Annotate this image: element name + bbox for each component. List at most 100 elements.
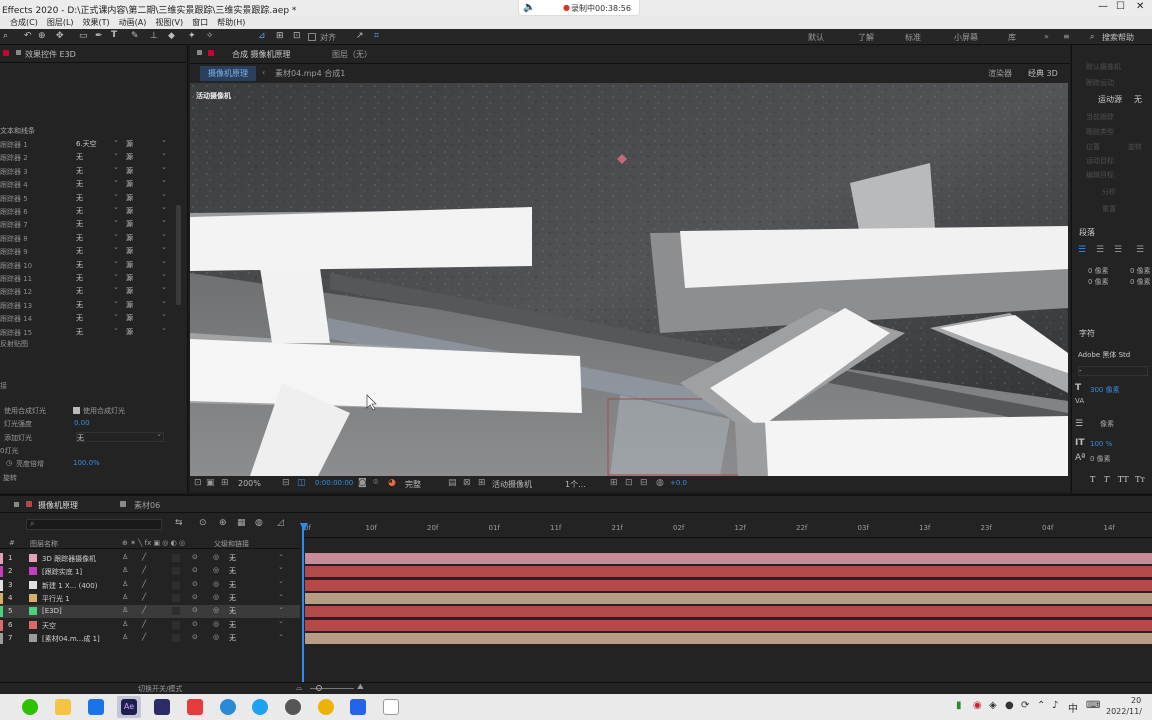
menu-layer[interactable]: 图层(L): [47, 17, 74, 28]
layer-duration-bar[interactable]: [305, 553, 1152, 564]
menu-composition[interactable]: 合成(C): [10, 17, 38, 28]
workspace-library[interactable]: 库: [1008, 32, 1016, 43]
layer-label-color[interactable]: [0, 632, 3, 644]
indent-right[interactable]: 0 像素: [1130, 266, 1151, 276]
timeline-tab-active[interactable]: 摄像机原理: [38, 500, 78, 511]
fast-previews-icon[interactable]: ⊞: [610, 478, 618, 488]
parent-dropdown[interactable]: 无: [229, 563, 285, 576]
snapshot-icon[interactable]: ◙: [358, 478, 367, 488]
shy-switch-icon[interactable]: ♙: [122, 580, 128, 588]
layer-row[interactable]: 4 平行光 1 ♙ ╱ ⊙ ◎ 无: [0, 590, 300, 605]
search-icon[interactable]: ⌕: [1090, 32, 1094, 42]
adjust-switch[interactable]: [172, 567, 180, 576]
comp-tab[interactable]: 合成 摄像机原理: [232, 49, 291, 60]
transparency-grid-icon[interactable]: ◫: [297, 478, 306, 488]
layer-label-color[interactable]: [0, 619, 3, 631]
effect-scrollbar[interactable]: [176, 205, 181, 305]
timeline-close-icon[interactable]: [14, 502, 19, 507]
app-doc-icon[interactable]: [383, 699, 399, 715]
tracker-layer-dropdown[interactable]: 无: [76, 230, 120, 243]
sync-icon[interactable]: ⟳: [1021, 700, 1029, 711]
quality-switch-icon[interactable]: ╱: [142, 593, 146, 601]
comp-viewer[interactable]: 活动摄像机: [190, 83, 1068, 476]
layer-tab[interactable]: 图层（无）: [332, 49, 372, 60]
parent-dropdown[interactable]: 无: [229, 630, 285, 643]
layer-row[interactable]: 2 [跟踪实底 1] ♙ ╱ ⊙ ◎ 无: [0, 563, 300, 578]
tracker-layer-dropdown[interactable]: 无: [76, 324, 120, 337]
draft-3d-tl-icon[interactable]: ⊙: [199, 518, 207, 528]
layer-row[interactable]: 5 [E3D] ♙ ╱ ⊙ ◎ 无: [0, 603, 300, 619]
tracker-source-dropdown[interactable]: 源: [126, 136, 168, 149]
3d-switch-icon[interactable]: ⊙: [192, 566, 198, 574]
brush-tool-icon[interactable]: ✎: [131, 31, 139, 41]
indent-left[interactable]: 0 像素: [1088, 266, 1109, 276]
adjust-switch[interactable]: [172, 620, 180, 629]
align-left-icon[interactable]: ☰: [1078, 245, 1086, 255]
renderer-value[interactable]: 经典 3D: [1028, 68, 1058, 79]
axis-world-icon[interactable]: ⊞: [276, 31, 284, 41]
pickwhip-icon[interactable]: ◎: [213, 606, 219, 614]
stamp-tool-icon[interactable]: ⊥: [150, 31, 158, 41]
tracker-layer-dropdown[interactable]: 无: [76, 203, 120, 216]
add-light-dropdown[interactable]: 无: [76, 430, 164, 442]
layer-label-color[interactable]: [0, 553, 3, 564]
space-before[interactable]: 0 像素: [1088, 277, 1109, 287]
tracker-source-dropdown[interactable]: 源: [126, 324, 168, 337]
layer-name[interactable]: [跟踪实底 1]: [42, 567, 118, 577]
axis-view-icon[interactable]: ⊡: [293, 31, 301, 41]
close-button[interactable]: ✕: [1136, 1, 1144, 12]
layer-duration-bar[interactable]: [305, 566, 1152, 578]
rotate-tool-icon[interactable]: ↶: [24, 31, 32, 41]
views-dropdown[interactable]: 1个...: [565, 479, 586, 490]
quality-switch-icon[interactable]: ╱: [142, 620, 146, 628]
brightness-value[interactable]: 100.0%: [73, 459, 100, 467]
shy-icon[interactable]: ⊕: [219, 518, 227, 528]
draft-3d-icon[interactable]: ⊡: [625, 478, 633, 488]
exposure-value[interactable]: +0.0: [670, 479, 687, 487]
tracker-layer-dropdown[interactable]: 无: [76, 270, 120, 283]
recording-indicator[interactable]: 🔈 ● 录制中00:38:56: [518, 0, 640, 16]
toggle-switches-modes[interactable]: 切换开关/模式: [138, 684, 182, 694]
tracker-layer-dropdown[interactable]: 无: [76, 149, 120, 162]
layer-name[interactable]: [E3D]: [42, 607, 118, 615]
current-time[interactable]: 0:00:00:00: [315, 479, 353, 487]
frame-blend-icon[interactable]: ▦: [237, 518, 246, 528]
use-comp-light-checkbox[interactable]: [73, 407, 80, 414]
tracker-source-dropdown[interactable]: 源: [126, 257, 168, 270]
shy-switch-icon[interactable]: ♙: [122, 620, 128, 628]
layer-name[interactable]: 天空: [42, 621, 118, 631]
lock-icon[interactable]: [16, 50, 21, 55]
shy-switch-icon[interactable]: ♙: [122, 593, 128, 601]
parent-dropdown[interactable]: 无: [229, 550, 285, 563]
shy-switch-icon[interactable]: ♙: [122, 553, 128, 561]
tracker-item[interactable]: 默认摄像机: [1086, 62, 1121, 72]
menu-window[interactable]: 窗口: [192, 17, 208, 28]
flowchart-icon[interactable]: ⊟: [640, 478, 648, 488]
tracker-source-dropdown[interactable]: 源: [126, 310, 168, 323]
camera-dropdown[interactable]: 活动摄像机: [492, 479, 532, 490]
justify-icon[interactable]: ☰: [1136, 245, 1144, 255]
tracker-source-dropdown[interactable]: 源: [126, 230, 168, 243]
shield-tray-icon[interactable]: ◈: [989, 700, 997, 711]
time-ruler[interactable]: 0f 10f 20f 01f 11f 21f 02f 12f 22f 03f 13f 23f 04f 14…: [302, 518, 1152, 538]
graph-editor-icon[interactable]: ◿: [277, 518, 284, 528]
shy-switch-icon[interactable]: ♙: [122, 566, 128, 574]
leading-value[interactable]: 像素: [1100, 419, 1114, 429]
layer-label-color[interactable]: [0, 592, 3, 604]
app-circle-icon[interactable]: [285, 699, 301, 715]
app-blue-icon[interactable]: [88, 699, 104, 715]
breadcrumb-footage[interactable]: 素材04.mp4 合成1: [275, 68, 345, 79]
pickwhip-icon[interactable]: ◎: [213, 593, 219, 601]
snap-icon[interactable]: ↗: [356, 31, 364, 41]
workspace-small-screen[interactable]: 小屏幕: [954, 32, 978, 43]
tracker-source-dropdown[interactable]: 源: [126, 149, 168, 162]
parent-dropdown[interactable]: 无: [229, 603, 285, 616]
parent-dropdown[interactable]: 无: [229, 577, 285, 590]
roi-icon[interactable]: ▤: [448, 478, 457, 488]
layer-duration-bar[interactable]: [305, 579, 1152, 591]
tracker-layer-dropdown[interactable]: 无: [76, 176, 120, 189]
roto-tool-icon[interactable]: ✦: [188, 31, 196, 41]
tracker-layer-dropdown[interactable]: 无: [76, 190, 120, 203]
pen-tool-icon[interactable]: ✒: [95, 31, 103, 41]
3d-switch-icon[interactable]: ⊙: [192, 580, 198, 588]
